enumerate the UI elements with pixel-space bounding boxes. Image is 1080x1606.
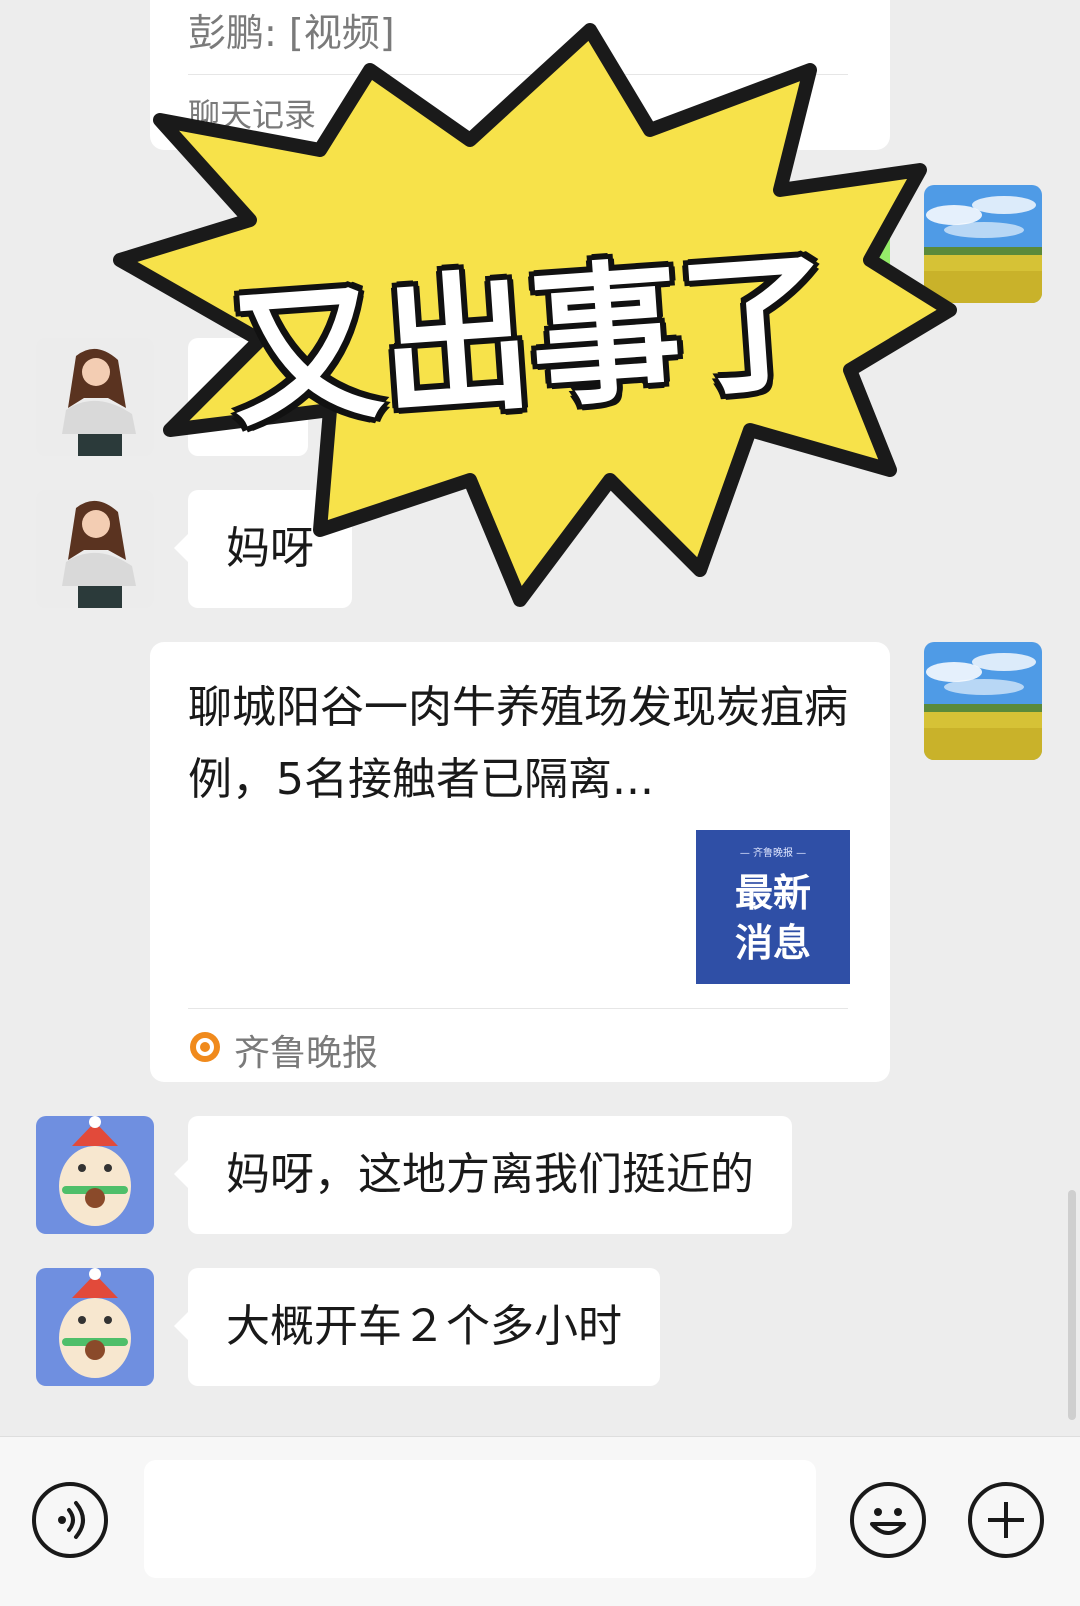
thumbnail-line-1: 最新 (734, 871, 811, 915)
thumbnail-line-2: 消息 (734, 921, 811, 965)
overlay-banner: 又出事了 (90, 10, 970, 610)
divider (188, 1008, 848, 1009)
more-button[interactable] (968, 1482, 1044, 1558)
plus-icon (988, 1502, 1024, 1538)
thumbnail-brand: — 齐鲁晚报 — (739, 848, 807, 859)
article-title: 聊城阳谷一肉牛养殖场发现炭疽病例，5名接触者已隔离... (188, 682, 848, 805)
article-link-card[interactable]: 聊城阳谷一肉牛养殖场发现炭疽病例，5名接触者已隔离... — 齐鲁晚报 — 最新… (150, 642, 890, 1082)
article-source: 齐鲁晚报 (234, 1033, 379, 1074)
scrollbar[interactable] (1068, 1190, 1076, 1420)
contact-avatar[interactable] (36, 1268, 154, 1386)
message-text: 妈呀，这地方离我们挺近的 (226, 1149, 754, 1200)
article-thumbnail: — 齐鲁晚报 — 最新 消息 (696, 830, 850, 984)
voice-icon (58, 1501, 85, 1539)
message-bubble[interactable]: 妈呀，这地方离我们挺近的 (174, 1116, 792, 1234)
message-input[interactable] (144, 1460, 816, 1578)
message-text: 大概开车２个多小时 (226, 1301, 622, 1352)
message-bubble[interactable]: 大概开车２个多小时 (174, 1268, 660, 1386)
voice-button[interactable] (32, 1482, 108, 1558)
contact-avatar[interactable] (36, 1116, 154, 1234)
qilu-logo-icon (188, 1030, 222, 1064)
my-avatar[interactable] (924, 642, 1042, 760)
emoji-icon (870, 1508, 906, 1535)
emoji-button[interactable] (850, 1482, 926, 1558)
